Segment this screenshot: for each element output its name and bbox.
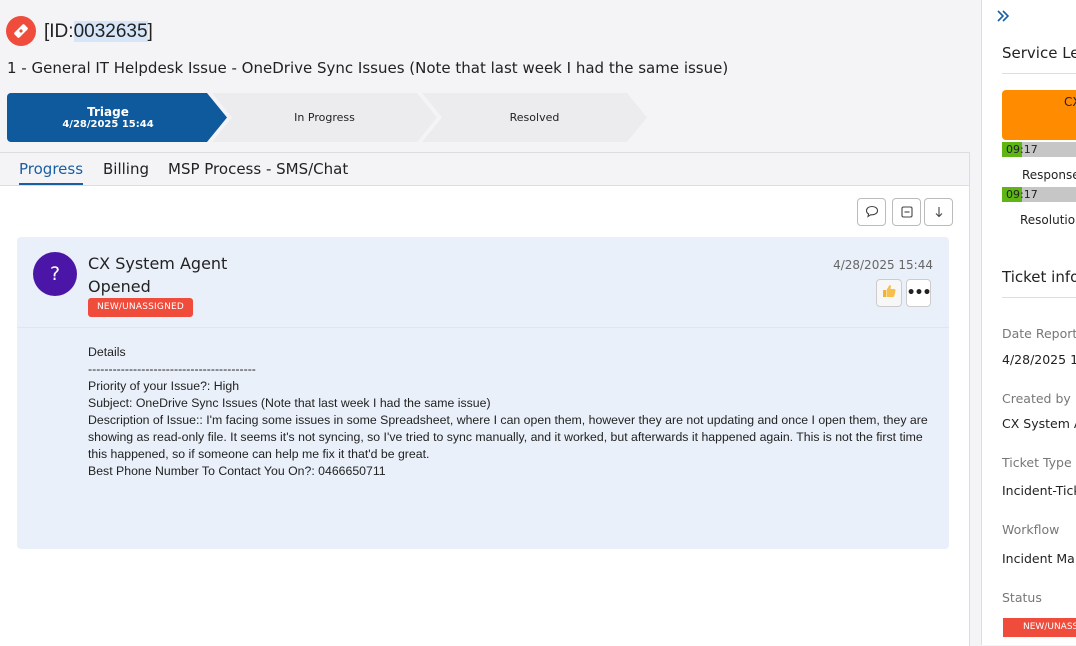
field-label-status: Status (1002, 590, 1042, 605)
ticket-id-number[interactable]: 0032635 (73, 21, 148, 42)
entry-timestamp: 4/28/2025 15:44 (833, 258, 933, 272)
tab-billing[interactable]: Billing (103, 160, 149, 183)
collapse-icon (900, 203, 913, 222)
details-heading: Details (88, 345, 126, 359)
divider (1002, 297, 1076, 298)
resolution-sla-bar: 09:17 (1002, 187, 1076, 202)
entry-action: Opened (88, 277, 151, 296)
avatar: ? (33, 252, 77, 296)
like-button[interactable] (876, 279, 902, 307)
stage-triage[interactable]: Triage 4/28/2025 15:44 (7, 93, 227, 142)
field-value-date-reported: 4/28/2025 15 (1002, 352, 1076, 367)
tab-msp-process[interactable]: MSP Process - SMS/Chat (168, 160, 348, 183)
entry-author: CX System Agent (88, 254, 228, 273)
ticket-id-prefix: [ID: (44, 21, 74, 42)
details-description: Description of Issue:: I'm facing some i… (88, 413, 928, 461)
sla-section-title: Service Lev (1002, 44, 1076, 62)
more-options-button[interactable]: ••• (906, 279, 931, 307)
field-label-ticket-type: Ticket Type (1002, 455, 1072, 470)
ticket-icon (6, 16, 36, 46)
tab-bar: Progress Billing MSP Process - SMS/Chat (0, 153, 969, 186)
stage-name: In Progress (294, 111, 355, 124)
response-label: Response (1022, 168, 1076, 182)
details-subject: Subject: OneDrive Sync Issues (Note that… (88, 396, 491, 410)
comment-button[interactable] (857, 198, 886, 226)
status-badge[interactable]: NEW/UNASS (1003, 618, 1076, 637)
response-sla-bar: 09:17 (1002, 142, 1076, 157)
thumbs-up-icon (881, 283, 897, 303)
field-value-created-by[interactable]: CX System A (1002, 416, 1076, 431)
details-divider: ----------------------------------------… (88, 362, 256, 376)
comment-icon (865, 203, 879, 222)
right-side-panel: Service Lev CX 09:17 Response 09:17 Reso… (981, 0, 1076, 645)
field-label-workflow: Workflow (1002, 522, 1060, 537)
field-value-workflow[interactable]: Incident Mar (1002, 551, 1076, 566)
tab-progress[interactable]: Progress (19, 160, 84, 185)
stage-in-progress[interactable]: In Progress (212, 93, 437, 142)
field-label-created-by: Created by (1002, 391, 1071, 406)
resolution-label: Resolution (1020, 213, 1076, 227)
divider (1002, 73, 1076, 74)
sort-down-button[interactable] (924, 198, 953, 226)
main-panel: Progress Billing MSP Process - SMS/Chat … (0, 152, 970, 646)
status-badge: NEW/UNASSIGNED (88, 298, 194, 317)
stage-name: Triage (87, 105, 129, 119)
details-priority: Priority of your Issue?: High (88, 379, 240, 393)
sla-box-label: CX (1064, 95, 1076, 109)
response-time: 09:17 (1006, 143, 1038, 156)
stage-name: Resolved (509, 111, 560, 124)
resolution-time: 09:17 (1006, 188, 1038, 201)
double-chevron-right-icon[interactable] (996, 8, 1010, 28)
entry-details: Details --------------------------------… (88, 344, 933, 480)
field-label-date-reported: Date Reporte (1002, 326, 1076, 341)
stage-progress-bar: Triage 4/28/2025 15:44 In Progress Resol… (7, 93, 647, 142)
entry-header: ? CX System Agent Opened NEW/UNASSIGNED … (17, 237, 949, 328)
collapse-all-button[interactable] (892, 198, 921, 226)
activity-entry: ? CX System Agent Opened NEW/UNASSIGNED … (17, 237, 949, 549)
sla-indicator: CX (1002, 90, 1076, 140)
arrow-down-icon (934, 203, 944, 222)
field-value-ticket-type[interactable]: Incident-Tick (1002, 483, 1076, 498)
ticket-info-title: Ticket info (1002, 268, 1076, 286)
ticket-title: 1 - General IT Helpdesk Issue - OneDrive… (7, 59, 729, 77)
details-phone: Best Phone Number To Contact You On?: 04… (88, 464, 386, 478)
stage-resolved[interactable]: Resolved (422, 93, 647, 142)
ticket-id-suffix: ] (147, 21, 153, 42)
ticket-id: [ID:0032635] (44, 19, 153, 45)
stage-date: 4/28/2025 15:44 (62, 119, 154, 130)
